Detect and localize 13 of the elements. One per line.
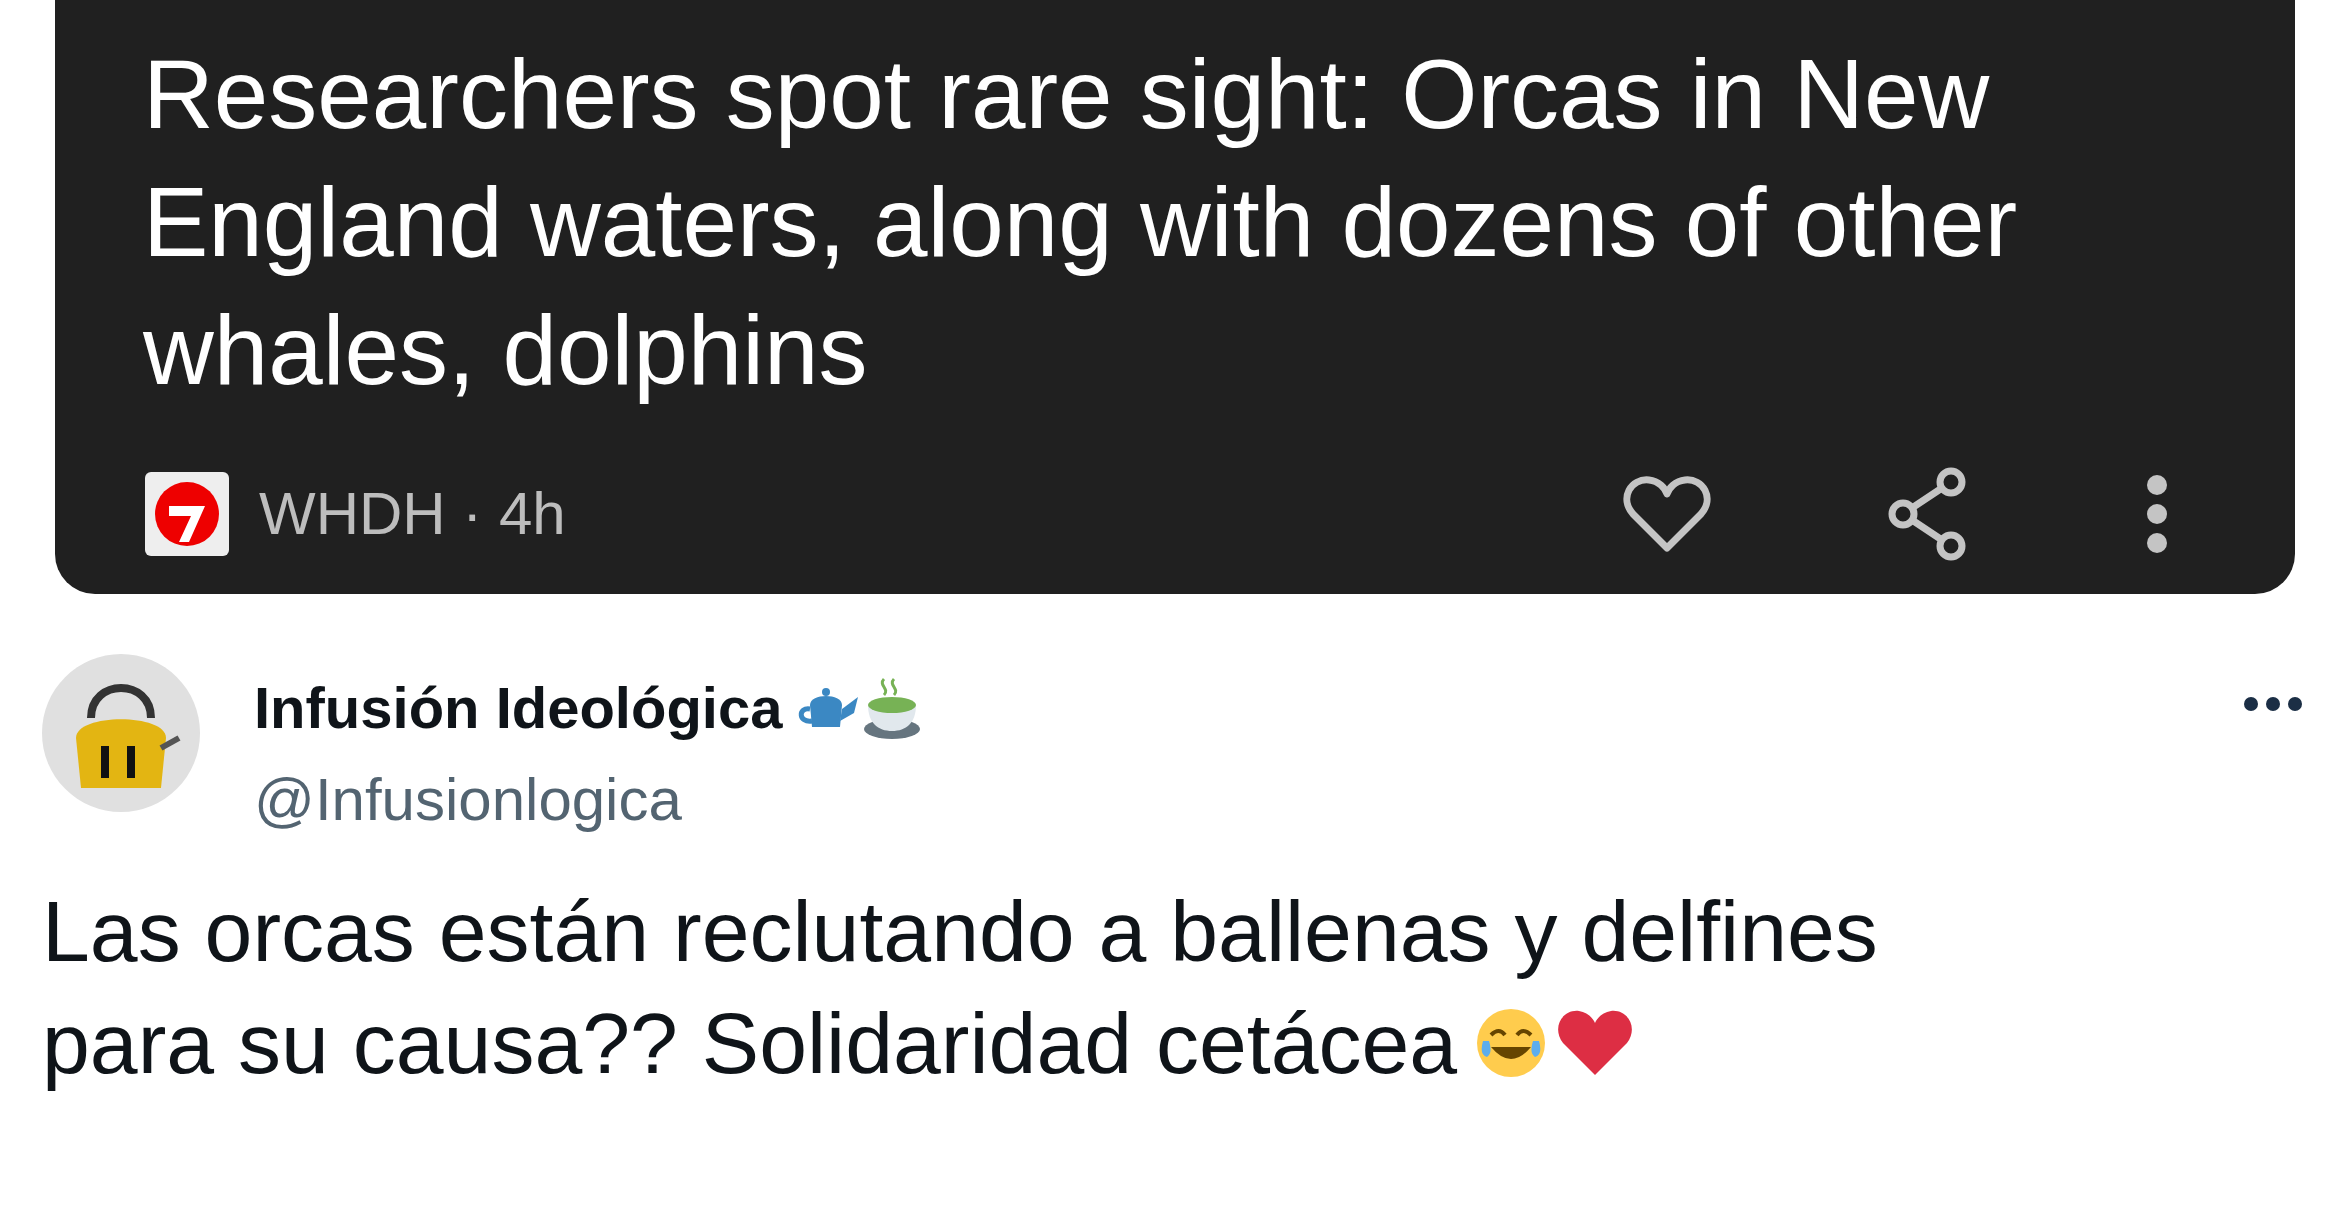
tweet-text: Las orcas están reclutando a ballenas y delfines <box>42 882 1878 981</box>
heart-icon <box>1557 1009 1634 1077</box>
laughing-face-icon <box>1475 1007 1548 1079</box>
vertical-dots-icon <box>2146 474 2168 554</box>
news-card[interactable]: Researchers spot rare sight: Orcas in New England waters, along with dozens of other whales, dolphins WHDH · 4h <box>55 0 2295 594</box>
horizontal-dots-icon <box>2243 696 2303 712</box>
tweet-text: para su causa?? Solidaridad cetácea <box>42 994 1458 1093</box>
news-logo-icon <box>143 470 231 558</box>
heart-icon <box>1623 474 1711 554</box>
display-name[interactable]: Infusión Ideológica <box>254 664 783 751</box>
news-source: WHDH · 4h <box>259 479 566 549</box>
news-headline: Researchers spot rare sight: Orcas in New England waters, along with dozens of other whales, dolphins <box>143 38 2019 407</box>
user-handle[interactable]: @Infusionlogica <box>254 755 923 845</box>
